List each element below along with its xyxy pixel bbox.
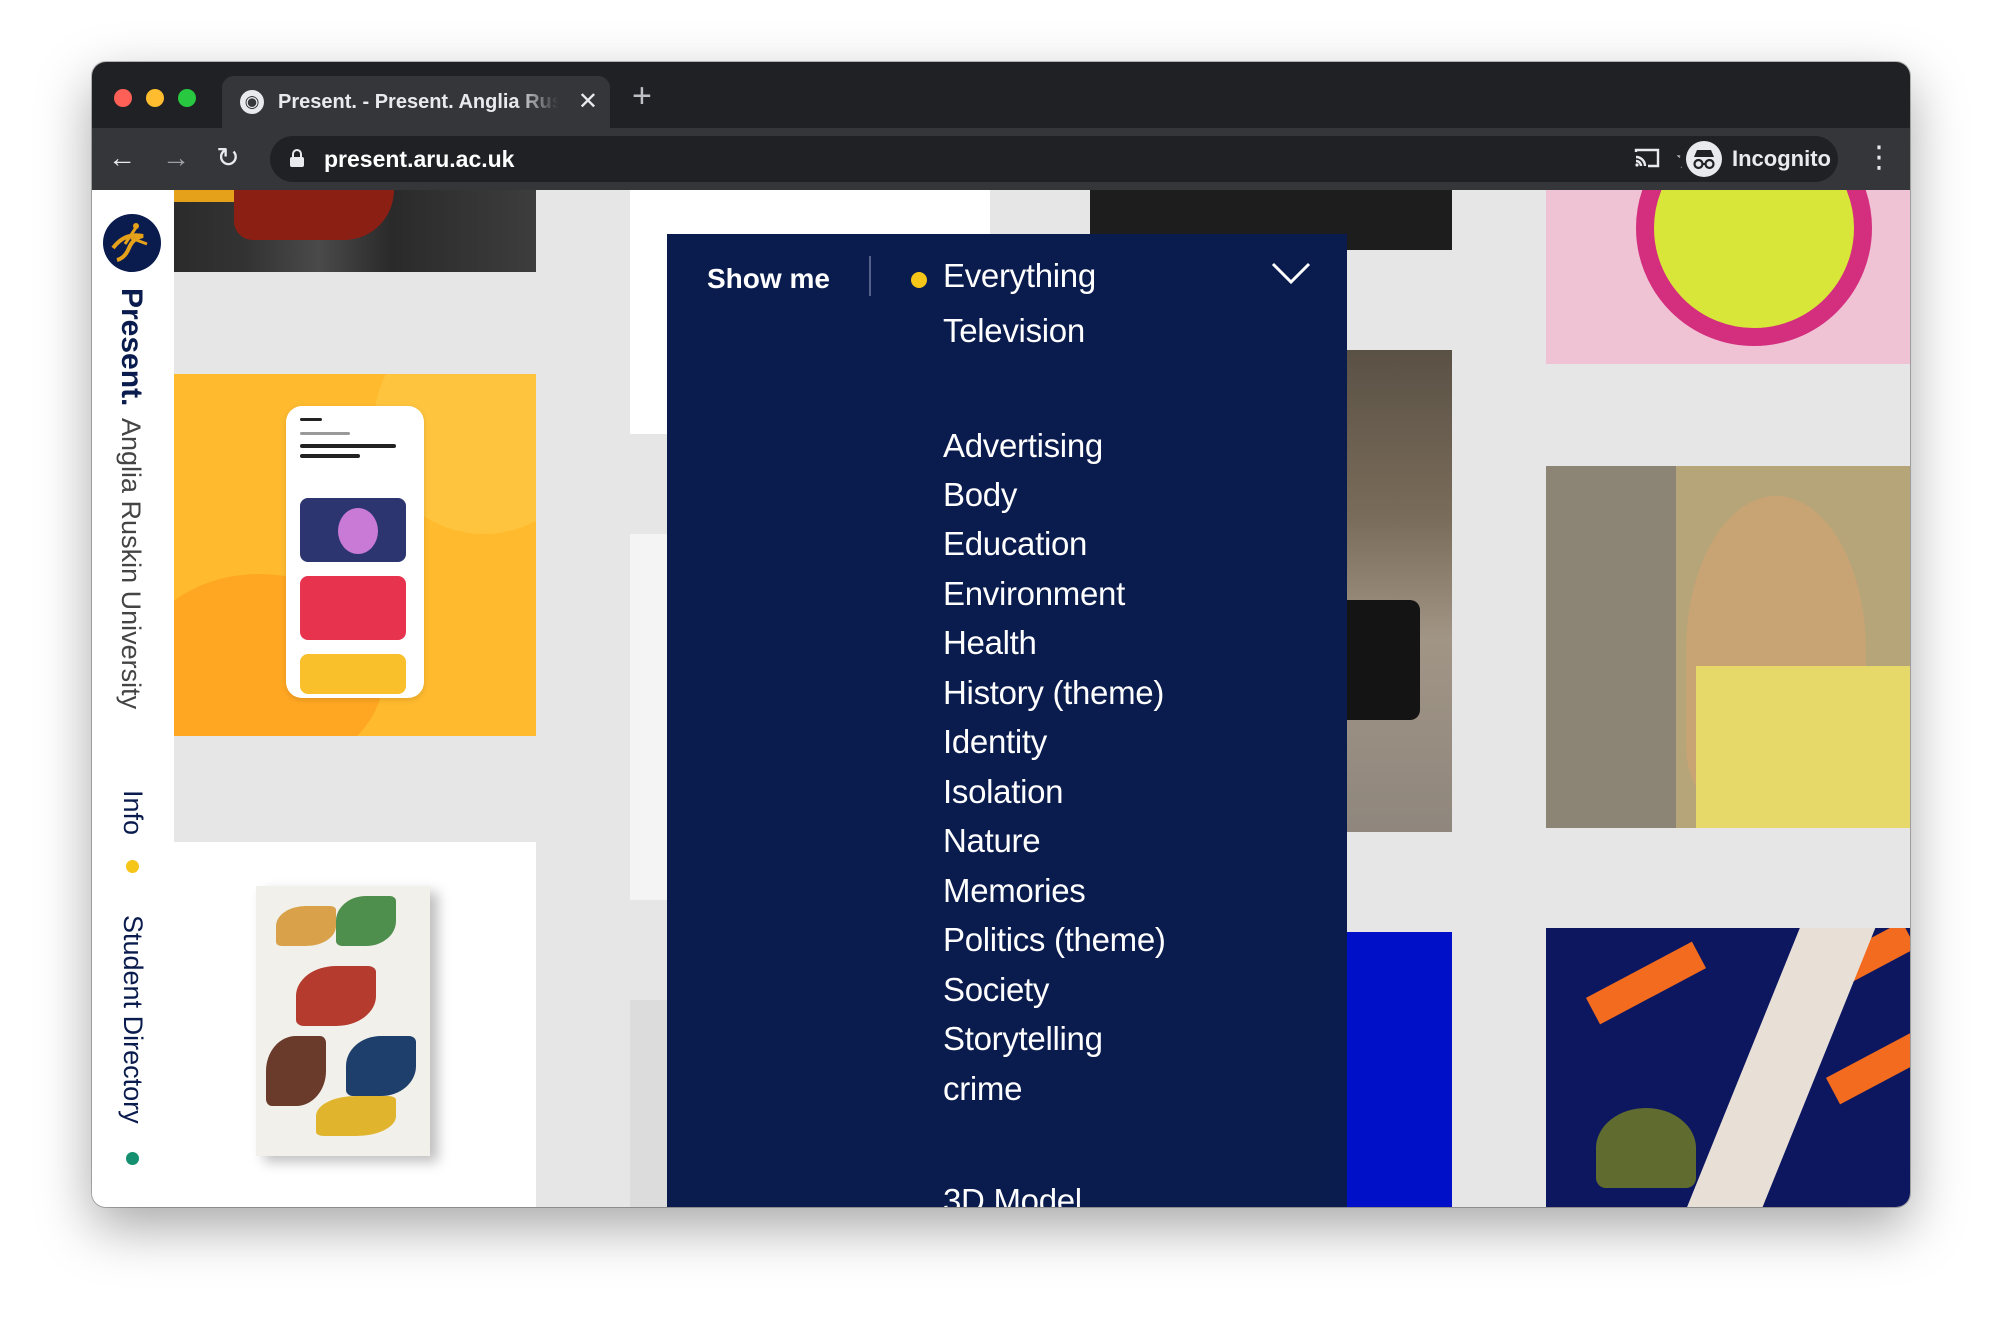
option-environment[interactable]: Environment: [943, 574, 1125, 614]
university-name: Anglia Ruskin University: [116, 418, 146, 710]
tab-title: Present. - Present. Anglia Ruskin Univer…: [278, 91, 558, 113]
gallery-tile-frog[interactable]: [1546, 190, 1910, 364]
selected-dot-icon: [911, 272, 927, 288]
option-nature[interactable]: Nature: [943, 821, 1041, 861]
browser-tab[interactable]: ◉ Present. - Present. Anglia Ruskin Univ…: [222, 76, 610, 128]
option-everything[interactable]: Everything: [943, 256, 1096, 296]
option-politics-theme[interactable]: Politics (theme): [943, 920, 1166, 960]
option-identity[interactable]: Identity: [943, 722, 1047, 762]
option-crime[interactable]: crime: [943, 1069, 1022, 1109]
globe-icon: ◉: [240, 90, 264, 114]
profile-label: Incognito: [1732, 146, 1831, 171]
new-tab-button[interactable]: +: [632, 76, 652, 116]
address-bar[interactable]: present.aru.ac.uk ☆: [270, 136, 1720, 182]
gallery-tile-artwork[interactable]: [174, 190, 536, 272]
gallery-tile-app-design[interactable]: [174, 374, 536, 736]
option-body[interactable]: Body: [943, 475, 1017, 515]
option-history-theme[interactable]: History (theme): [943, 673, 1164, 713]
student-directory-link[interactable]: Student Directory: [117, 915, 148, 1124]
url-text[interactable]: present.aru.ac.uk: [324, 145, 514, 173]
tab-strip: ◉ Present. - Present. Anglia Ruskin Univ…: [92, 62, 1910, 128]
incognito-icon: [1686, 141, 1722, 177]
option-storytelling[interactable]: Storytelling: [943, 1019, 1103, 1059]
chevron-down-icon[interactable]: [1269, 258, 1313, 288]
gallery-tile-photo[interactable]: [1546, 466, 1910, 828]
option-3d-model[interactable]: 3D Model: [943, 1181, 1082, 1207]
option-television[interactable]: Television: [943, 311, 1085, 351]
directory-dot-icon: [126, 1152, 139, 1165]
filter-label: Show me: [707, 263, 830, 294]
browser-window: ◉ Present. - Present. Anglia Ruskin Univ…: [92, 62, 1910, 1207]
aru-logo[interactable]: [103, 214, 161, 272]
option-advertising[interactable]: Advertising: [943, 426, 1103, 466]
phone-mockup: [286, 406, 424, 698]
gallery-tile-illustration[interactable]: [1546, 928, 1910, 1207]
lock-icon: [290, 149, 304, 167]
option-education[interactable]: Education: [943, 524, 1087, 564]
book-illustration: [256, 886, 430, 1156]
info-link[interactable]: Info: [117, 790, 148, 835]
cast-icon[interactable]: [1634, 148, 1660, 168]
option-memories[interactable]: Memories: [943, 871, 1086, 911]
forward-arrow-icon[interactable]: →: [158, 140, 194, 176]
option-society[interactable]: Society: [943, 970, 1049, 1010]
option-isolation[interactable]: Isolation: [943, 772, 1064, 812]
gallery-tile-book-cover[interactable]: [174, 842, 536, 1207]
option-health[interactable]: Health: [943, 623, 1037, 663]
site-sidebar: Present. Anglia Ruskin University Info S…: [92, 190, 174, 1207]
maximize-window-button[interactable]: [178, 89, 196, 107]
minimize-window-button[interactable]: [146, 89, 164, 107]
incognito-profile-button[interactable]: Incognito: [1680, 136, 1838, 182]
page-content: Present. Anglia Ruskin University Info S…: [92, 190, 1910, 1207]
browser-toolbar: ← → ↻ present.aru.ac.uk ☆: [92, 128, 1910, 190]
close-window-button[interactable]: [114, 89, 132, 107]
filter-divider: [869, 256, 871, 296]
kebab-menu-icon[interactable]: ⋮: [1864, 140, 1894, 176]
info-dot-icon: [126, 860, 139, 873]
back-arrow-icon[interactable]: ←: [104, 140, 140, 176]
filter-dropdown[interactable]: Show me Everything Television Advertisin…: [667, 234, 1347, 1207]
brand-title[interactable]: Present.: [114, 288, 148, 406]
reload-icon[interactable]: ↻: [210, 140, 246, 176]
tab-close-icon[interactable]: ✕: [578, 88, 598, 116]
